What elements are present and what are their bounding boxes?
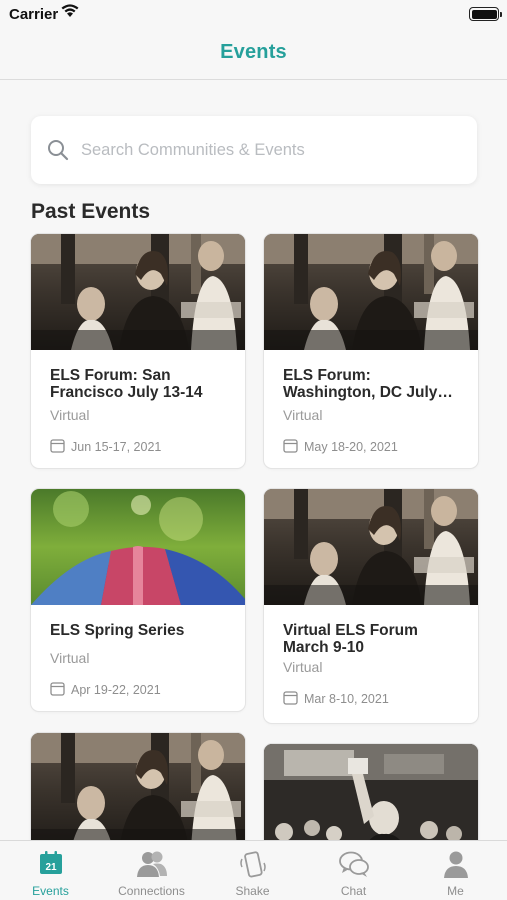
search-bar[interactable]	[31, 116, 477, 184]
event-title: ELS Forum: San Francisco July 13-14	[50, 367, 203, 401]
tab-chat[interactable]: Chat	[303, 841, 404, 900]
event-image	[31, 489, 245, 605]
event-location: Virtual	[50, 407, 90, 423]
section-title-past-events: Past Events	[31, 200, 151, 223]
carrier-label: Carrier	[9, 6, 59, 23]
tab-label: Me	[447, 884, 464, 898]
tab-events[interactable]: 21 Events	[0, 841, 101, 900]
calendar-icon	[50, 438, 65, 456]
page-title: Events	[220, 41, 287, 63]
calendar-icon: 21	[38, 850, 64, 881]
search-input[interactable]	[81, 138, 461, 162]
status-bar: Carrier	[0, 0, 507, 28]
tab-me[interactable]: Me	[404, 841, 507, 900]
navigation-bar: Events	[0, 28, 507, 80]
tab-label: Events	[32, 884, 69, 898]
tab-shake[interactable]: Shake	[202, 841, 303, 900]
event-image	[264, 744, 478, 854]
event-card[interactable]: ELS Spring Series Virtual Apr 19-22, 202…	[31, 489, 245, 711]
event-card[interactable]: ELS Forum: Washington, DC July… Virtual M…	[264, 234, 478, 468]
event-date-text: Jun 15-17, 2021	[71, 440, 162, 454]
event-card[interactable]	[31, 733, 245, 853]
tab-label: Connections	[118, 884, 185, 898]
event-location: Virtual	[283, 659, 323, 675]
event-image	[264, 234, 478, 350]
event-dates: Jun 15-17, 2021	[50, 438, 161, 456]
event-image	[31, 234, 245, 350]
calendar-icon	[283, 438, 298, 456]
calendar-icon	[283, 690, 298, 708]
calendar-badge: 21	[45, 862, 57, 873]
event-card[interactable]: ELS Forum: San Francisco July 13-14 Virt…	[31, 234, 245, 468]
event-image	[264, 489, 478, 605]
tab-label: Chat	[340, 884, 367, 898]
shake-phone-icon	[238, 850, 268, 885]
search-icon	[47, 139, 69, 166]
wifi-icon	[60, 3, 80, 24]
tab-bar: 21 Events Connections Shake Chat Me	[0, 840, 507, 900]
tab-connections[interactable]: Connections	[101, 841, 202, 900]
event-dates: May 18-20, 2021	[283, 438, 398, 456]
event-card[interactable]	[264, 744, 478, 854]
event-title: ELS Spring Series	[50, 622, 185, 639]
person-icon	[443, 850, 469, 883]
event-date-text: May 18-20, 2021	[304, 440, 398, 454]
chat-bubbles-icon	[338, 850, 370, 883]
event-dates: Apr 19-22, 2021	[50, 681, 161, 699]
calendar-icon	[50, 681, 65, 699]
event-date-text: Mar 8-10, 2021	[304, 692, 389, 706]
event-image	[31, 733, 245, 849]
event-date-text: Apr 19-22, 2021	[71, 683, 161, 697]
people-icon	[136, 850, 168, 883]
battery-icon	[469, 7, 502, 21]
tab-label: Shake	[235, 884, 270, 898]
event-title: ELS Forum: Washington, DC July…	[283, 367, 453, 401]
event-title: Virtual ELS Forum March 9-10	[283, 622, 418, 656]
event-location: Virtual	[283, 407, 323, 423]
event-card[interactable]: Virtual ELS Forum March 9-10 Virtual Mar…	[264, 489, 478, 723]
event-dates: Mar 8-10, 2021	[283, 690, 389, 708]
event-location: Virtual	[50, 650, 90, 666]
